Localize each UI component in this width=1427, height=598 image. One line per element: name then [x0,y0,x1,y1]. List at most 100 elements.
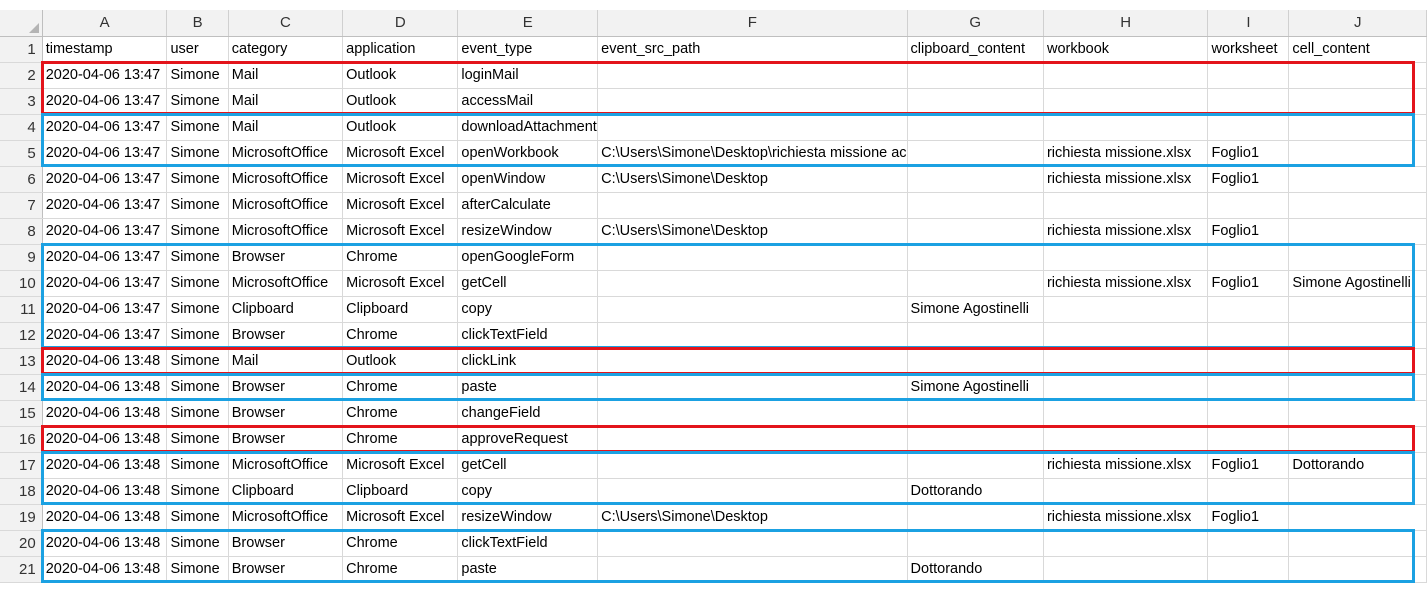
cell-j2[interactable] [1288,62,1427,89]
cell-e7[interactable]: afterCalculate [457,192,599,219]
row-header[interactable]: 15 [0,400,43,427]
cell-j4[interactable] [1288,114,1427,141]
cell-j6[interactable] [1288,166,1427,193]
cell-b13[interactable]: Simone [166,348,229,375]
row-header[interactable]: 3 [0,88,43,115]
cell-i12[interactable] [1207,322,1290,349]
cell-j5[interactable] [1288,140,1427,167]
cell-d14[interactable]: Chrome [342,374,459,401]
cell-e15[interactable]: changeField [457,400,599,427]
cell-i9[interactable] [1207,244,1290,271]
cell-a11[interactable]: 2020-04-06 13:47 [42,296,168,323]
cell-g18[interactable]: Dottorando [907,478,1044,505]
cell-b21[interactable]: Simone [166,556,229,583]
cell-j20[interactable] [1288,530,1427,557]
cell-b3[interactable]: Simone [166,88,229,115]
cell-h12[interactable] [1043,322,1209,349]
cell-a19[interactable]: 2020-04-06 13:48 [42,504,168,531]
cell-c11[interactable]: Clipboard [228,296,344,323]
cell-h2[interactable] [1043,62,1209,89]
cell-d5[interactable]: Microsoft Excel [342,140,459,167]
cell-e6[interactable]: openWindow [457,166,599,193]
cell-g1[interactable]: clipboard_content [907,36,1044,63]
cell-i19[interactable]: Foglio1 [1207,504,1290,531]
cell-a6[interactable]: 2020-04-06 13:47 [42,166,168,193]
cell-h21[interactable] [1043,556,1209,583]
cell-c3[interactable]: Mail [228,88,344,115]
cell-i4[interactable] [1207,114,1290,141]
cell-h19[interactable]: richiesta missione.xlsx [1043,504,1209,531]
cell-d10[interactable]: Microsoft Excel [342,270,459,297]
cell-g4[interactable] [907,114,1044,141]
cell-b9[interactable]: Simone [166,244,229,271]
cell-c1[interactable]: category [228,36,344,63]
cell-a18[interactable]: 2020-04-06 13:48 [42,478,168,505]
cell-d20[interactable]: Chrome [342,530,459,557]
cell-i11[interactable] [1207,296,1290,323]
cell-i13[interactable] [1207,348,1290,375]
cell-g12[interactable] [907,322,1044,349]
cell-f5[interactable]: C:\Users\Simone\Desktop\richiesta missio… [597,140,908,167]
cell-a4[interactable]: 2020-04-06 13:47 [42,114,168,141]
cell-e13[interactable]: clickLink [457,348,599,375]
cell-e5[interactable]: openWorkbook [457,140,599,167]
cell-h11[interactable] [1043,296,1209,323]
cell-e16[interactable]: approveRequest [457,426,599,453]
cell-c19[interactable]: MicrosoftOffice [228,504,344,531]
cell-e19[interactable]: resizeWindow [457,504,599,531]
cell-c8[interactable]: MicrosoftOffice [228,218,344,245]
cell-a17[interactable]: 2020-04-06 13:48 [42,452,168,479]
cell-g16[interactable] [907,426,1044,453]
cell-e4[interactable]: downloadAttachment [457,114,599,141]
cell-e20[interactable]: clickTextField [457,530,599,557]
cell-g2[interactable] [907,62,1044,89]
cell-f3[interactable] [597,88,908,115]
cell-j12[interactable] [1288,322,1427,349]
cell-b7[interactable]: Simone [166,192,229,219]
cell-f12[interactable] [597,322,908,349]
cell-f2[interactable] [597,62,908,89]
cell-j15[interactable] [1288,400,1427,427]
row-header[interactable]: 14 [0,374,43,401]
cell-h15[interactable] [1043,400,1209,427]
cell-d19[interactable]: Microsoft Excel [342,504,459,531]
cell-g20[interactable] [907,530,1044,557]
cell-b2[interactable]: Simone [166,62,229,89]
cell-d7[interactable]: Microsoft Excel [342,192,459,219]
cell-h13[interactable] [1043,348,1209,375]
column-header-h[interactable]: H [1043,10,1209,37]
cell-g8[interactable] [907,218,1044,245]
cell-f19[interactable]: C:\Users\Simone\Desktop [597,504,908,531]
cell-f9[interactable] [597,244,908,271]
row-header[interactable]: 10 [0,270,43,297]
cell-j14[interactable] [1288,374,1427,401]
cell-g10[interactable] [907,270,1044,297]
cell-h7[interactable] [1043,192,1209,219]
cell-f20[interactable] [597,530,908,557]
cell-c17[interactable]: MicrosoftOffice [228,452,344,479]
cell-f21[interactable] [597,556,908,583]
cell-g6[interactable] [907,166,1044,193]
cell-c12[interactable]: Browser [228,322,344,349]
cell-d9[interactable]: Chrome [342,244,459,271]
cell-j17[interactable]: Dottorando [1288,452,1427,479]
cell-e18[interactable]: copy [457,478,599,505]
cell-a21[interactable]: 2020-04-06 13:48 [42,556,168,583]
column-header-b[interactable]: B [166,10,229,37]
cell-g17[interactable] [907,452,1044,479]
cell-i2[interactable] [1207,62,1290,89]
cell-j8[interactable] [1288,218,1427,245]
cell-f16[interactable] [597,426,908,453]
cell-b17[interactable]: Simone [166,452,229,479]
cell-h8[interactable]: richiesta missione.xlsx [1043,218,1209,245]
cell-b19[interactable]: Simone [166,504,229,531]
cell-g21[interactable]: Dottorando [907,556,1044,583]
cell-h10[interactable]: richiesta missione.xlsx [1043,270,1209,297]
cell-j3[interactable] [1288,88,1427,115]
cell-d21[interactable]: Chrome [342,556,459,583]
cell-c13[interactable]: Mail [228,348,344,375]
row-header[interactable]: 6 [0,166,43,193]
cell-b12[interactable]: Simone [166,322,229,349]
column-header-e[interactable]: E [457,10,599,37]
cell-b20[interactable]: Simone [166,530,229,557]
